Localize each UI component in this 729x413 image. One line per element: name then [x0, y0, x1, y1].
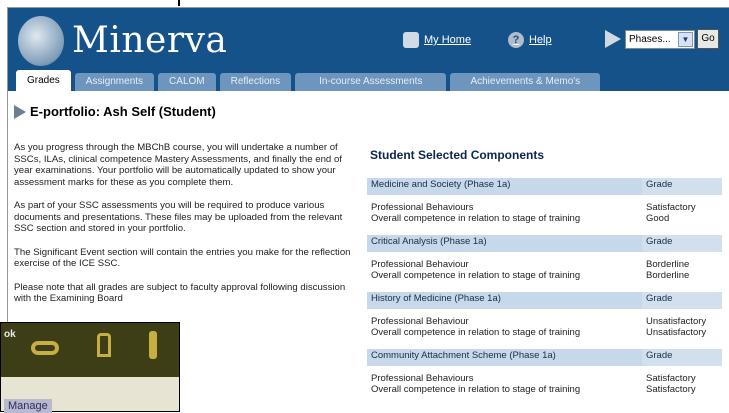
- grade-value: Good: [646, 213, 670, 224]
- arrow-right-icon: [605, 30, 621, 48]
- component-header-row: History of Medicine (Phase 1a) Grade: [367, 292, 722, 310]
- ssc-table: Medicine and Society (Phase 1a) Grade Pr…: [367, 178, 722, 406]
- item-label: Professional Behaviours: [371, 201, 474, 213]
- table-row: Professional Behaviour Overall competence…: [367, 309, 722, 349]
- component-header-row: Community Attachment Scheme (Phase 1a) G…: [367, 349, 722, 367]
- grade-value: Satisfactory: [646, 372, 696, 384]
- page-title-row: E-portfolio: Ash Self (Student): [14, 104, 216, 119]
- item-label: Professional Behaviour: [371, 315, 469, 327]
- intro-paragraph: As you progress through the MBChB course…: [14, 142, 342, 188]
- intro-paragraph: As part of your SSC assessments you will…: [14, 200, 343, 234]
- ssc-section-title: Student Selected Components: [370, 148, 545, 162]
- item-label: Overall competence in relation to stage …: [371, 270, 581, 281]
- grades: Borderline Borderline: [642, 252, 722, 292]
- phase-select[interactable]: Phases... ▼: [625, 30, 695, 49]
- toolbar-fragment-text: ok: [4, 329, 16, 340]
- grade-value: Borderline: [646, 258, 690, 270]
- key-icon[interactable]: [97, 333, 111, 357]
- help-label: Help: [529, 34, 552, 46]
- my-home-link[interactable]: My Home: [403, 32, 471, 48]
- arrow-right-icon: [14, 104, 26, 119]
- component-name: Critical Analysis (Phase 1a): [367, 235, 642, 253]
- help-link[interactable]: ? Help: [508, 32, 552, 48]
- assessment-items: Professional Behaviour Overall competence…: [367, 309, 642, 349]
- tab-grades[interactable]: Grades: [16, 70, 71, 91]
- grade-header: Grade: [642, 349, 722, 367]
- grade-value: Satisfactory: [646, 384, 696, 395]
- background-window[interactable]: ok Manage: [0, 322, 180, 413]
- component-name: Medicine and Society (Phase 1a): [367, 178, 642, 196]
- grade-header: Grade: [642, 178, 722, 196]
- assessment-items: Professional Behaviour Overall competence…: [367, 252, 642, 292]
- component-name: History of Medicine (Phase 1a): [367, 292, 642, 310]
- tab-reflections[interactable]: Reflections: [219, 73, 292, 91]
- intro-text: As you progress through the MBChB course…: [14, 142, 354, 317]
- grades: Satisfactory Good: [642, 195, 722, 235]
- item-label: Professional Behaviours: [371, 372, 474, 384]
- component-header-row: Medicine and Society (Phase 1a) Grade: [367, 178, 722, 196]
- key-icon[interactable]: [149, 331, 157, 359]
- grade-value: Borderline: [646, 270, 690, 281]
- go-button[interactable]: Go: [697, 29, 719, 49]
- tab-in-course-assessments[interactable]: In-course Assessments: [295, 73, 447, 91]
- help-icon: ?: [508, 32, 524, 48]
- brand-title: Minerva: [72, 20, 228, 61]
- key-icon[interactable]: [31, 341, 59, 355]
- intro-paragraph: Please note that all grades are subject …: [14, 281, 346, 305]
- tab-achievements-memos[interactable]: Achievements & Memo's: [450, 73, 601, 91]
- minerva-logo-icon: [18, 16, 64, 66]
- item-label: Overall competence in relation to stage …: [371, 384, 581, 395]
- grade-value: Unsatisfactory: [646, 315, 707, 327]
- grade-header: Grade: [642, 235, 722, 253]
- chevron-down-icon[interactable]: ▼: [678, 32, 693, 47]
- grade-value: Unsatisfactory: [646, 327, 707, 338]
- table-row: Professional Behaviours Overall competenc…: [367, 366, 722, 406]
- grade-header: Grade: [642, 292, 722, 310]
- grades: Satisfactory Satisfactory: [642, 366, 722, 406]
- manage-button[interactable]: Manage: [4, 399, 52, 413]
- intro-paragraph: The Significant Event section will conta…: [14, 246, 351, 270]
- component-name: Community Attachment Scheme (Phase 1a): [367, 349, 642, 367]
- item-label: Overall competence in relation to stage …: [371, 327, 581, 338]
- table-row: Professional Behaviours Overall competenc…: [367, 195, 722, 235]
- tab-bar: Grades Assignments CALOM Reflections In-…: [16, 70, 604, 91]
- item-label: Overall competence in relation to stage …: [371, 213, 581, 224]
- page-title: E-portfolio: Ash Self (Student): [30, 104, 216, 119]
- app-header: Minerva My Home ? Help Phases... ▼ Go Gr…: [8, 8, 729, 91]
- background-window-edge: [178, 0, 180, 6]
- home-icon: [403, 32, 419, 48]
- grades: Unsatisfactory Unsatisfactory: [642, 309, 722, 349]
- item-label: Professional Behaviour: [371, 258, 469, 270]
- tab-calom[interactable]: CALOM: [158, 73, 216, 91]
- assessment-items: Professional Behaviours Overall competenc…: [367, 366, 642, 406]
- assessment-items: Professional Behaviours Overall competenc…: [367, 195, 642, 235]
- component-header-row: Critical Analysis (Phase 1a) Grade: [367, 235, 722, 253]
- tab-assignments[interactable]: Assignments: [74, 73, 155, 91]
- table-row: Professional Behaviour Overall competence…: [367, 252, 722, 292]
- phase-select-value: Phases...: [629, 34, 671, 45]
- grade-value: Satisfactory: [646, 201, 696, 213]
- my-home-label: My Home: [424, 34, 472, 46]
- background-toolbar: ok: [1, 323, 179, 377]
